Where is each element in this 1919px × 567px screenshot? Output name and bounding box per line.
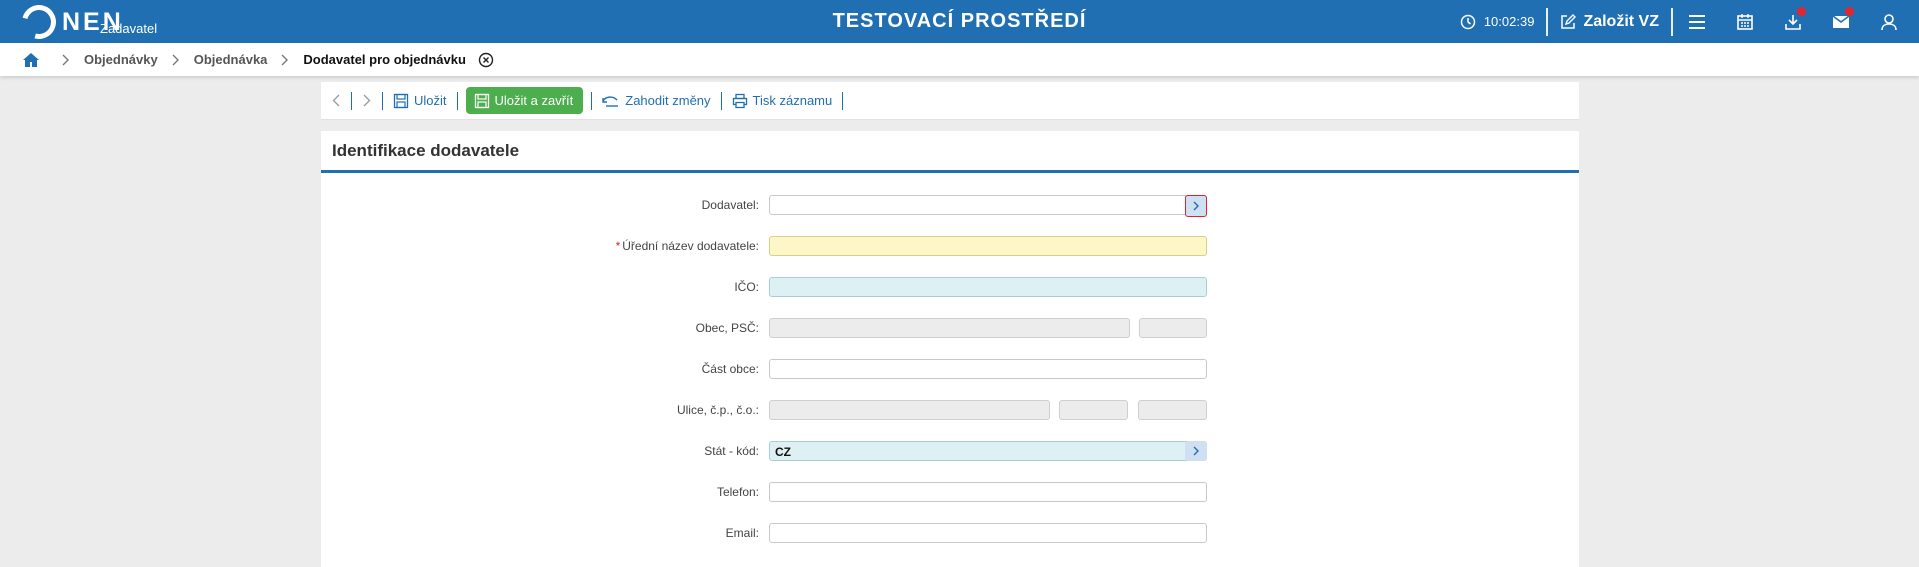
toolbar-divider: [591, 91, 593, 110]
calendar-icon: [1737, 13, 1753, 30]
undo-icon: [602, 95, 619, 107]
save-and-close-button[interactable]: Uložit a zavřít: [465, 87, 584, 114]
toolbar-divider: [720, 91, 722, 110]
breadcrumb-current: Dodavatel pro objednávku: [303, 52, 466, 67]
user-button[interactable]: [1865, 0, 1913, 43]
field-row-stat: Stát - kód: CZ: [321, 441, 1579, 463]
home-button[interactable]: [22, 52, 40, 68]
stat-input[interactable]: CZ: [769, 441, 1207, 461]
field-row-dodavatel: Dodavatel:: [321, 195, 1579, 217]
telefon-label: Telefon:: [716, 485, 759, 499]
notification-dot: [1797, 7, 1806, 16]
toolbar-divider: [456, 91, 458, 110]
chevron-left-icon: [332, 94, 340, 107]
user-icon: [1881, 13, 1897, 30]
print-record-label: Tisk záznamu: [752, 93, 833, 108]
cislo-orientacni-input[interactable]: [1138, 400, 1207, 420]
dodavatel-label: Dodavatel:: [701, 198, 759, 212]
menu-button[interactable]: [1673, 0, 1721, 43]
save-button[interactable]: Uložit: [389, 88, 451, 114]
save-icon: [393, 93, 409, 108]
chevron-right-icon: [1193, 201, 1199, 211]
breadcrumb-objednavky[interactable]: Objednávky: [84, 52, 158, 67]
create-vz-label: Založit VZ: [1583, 12, 1659, 30]
field-row-ulice: Ulice, č.p., č.o.:: [321, 400, 1579, 422]
field-row-obec: Obec, PSČ:: [321, 318, 1579, 340]
toolbar-divider: [382, 91, 383, 110]
home-icon: [23, 52, 39, 67]
action-toolbar: Uložit Uložit a zavřít Zahodit změny Tis…: [321, 82, 1579, 120]
nazev-label-text: Úřední název dodavatele:: [622, 239, 759, 253]
field-row-email: Email:: [321, 523, 1579, 545]
session-clock: 10:02:39: [1460, 14, 1535, 30]
messages-button[interactable]: [1817, 0, 1865, 43]
dodavatel-picker-button[interactable]: [1185, 195, 1207, 217]
create-vz-button[interactable]: Založit VZ: [1548, 13, 1671, 31]
field-row-telefon: Telefon:: [321, 482, 1579, 504]
chevron-right-icon: [1193, 446, 1199, 456]
cast-obce-input[interactable]: [769, 359, 1207, 379]
downloads-button[interactable]: [1769, 0, 1817, 43]
supplier-identification-panel: Identifikace dodavatele Dodavatel: * Úřed…: [321, 131, 1579, 567]
breadcrumb: Objednávky Objednávka Dodavatel pro obje…: [0, 43, 1919, 76]
ico-input[interactable]: [769, 277, 1207, 297]
logo-subtitle: Zadavatel: [100, 21, 158, 36]
chevron-right-icon: [363, 94, 371, 107]
stat-label: Stát - kód:: [704, 444, 759, 458]
chevron-right-icon: [172, 54, 180, 66]
discard-changes-button[interactable]: Zahodit změny: [598, 88, 714, 114]
nazev-input[interactable]: [769, 236, 1207, 256]
printer-icon: [732, 93, 747, 108]
save-and-close-label: Uložit a zavřít: [494, 93, 574, 108]
clock-time: 10:02:39: [1483, 14, 1535, 29]
next-record-button[interactable]: [358, 94, 376, 107]
save-label: Uložit: [414, 93, 447, 108]
print-record-button[interactable]: Tisk záznamu: [728, 88, 837, 114]
ulice-label: Ulice, č.p., č.o.:: [676, 403, 759, 417]
chevron-right-icon: [281, 54, 289, 66]
logo-ring-icon: [15, 0, 63, 46]
toolbar-divider: [842, 91, 844, 110]
close-tab-button[interactable]: [478, 52, 494, 68]
panel-title: Identifikace dodavatele: [321, 131, 1579, 173]
psc-input[interactable]: [1139, 318, 1207, 338]
ulice-input[interactable]: [769, 400, 1050, 420]
discard-changes-label: Zahodit změny: [625, 93, 711, 108]
field-row-ico: IČO:: [321, 277, 1579, 299]
obec-input[interactable]: [769, 318, 1130, 338]
breadcrumb-objednavka[interactable]: Objednávka: [194, 52, 268, 67]
email-input[interactable]: [769, 523, 1207, 543]
nazev-label: * Úřední název dodavatele:: [616, 239, 759, 253]
header-actions: 10:02:39 Založit VZ: [1460, 0, 1919, 43]
field-row-nazev: * Úřední název dodavatele:: [321, 236, 1579, 258]
chevron-right-icon: [62, 54, 70, 66]
telefon-input[interactable]: [769, 482, 1207, 502]
toolbar-divider: [351, 91, 352, 110]
menu-icon: [1689, 14, 1705, 29]
email-label: Email:: [725, 526, 759, 540]
mail-icon: [1832, 14, 1850, 28]
cislo-popisne-input[interactable]: [1059, 400, 1128, 420]
save-icon: [474, 93, 489, 108]
top-header: NEN Zadavatel TESTOVACÍ PROSTŘEDÍ 10:02:…: [0, 0, 1919, 46]
field-row-cast-obce: Část obce:: [321, 359, 1579, 381]
dodavatel-input[interactable]: [769, 195, 1207, 215]
close-circle-icon: [478, 52, 494, 67]
notification-dot: [1845, 7, 1854, 16]
stat-picker-button[interactable]: [1185, 441, 1207, 461]
clock-icon: [1460, 14, 1476, 29]
obec-label: Obec, PSČ:: [695, 321, 759, 335]
edit-icon: [1561, 13, 1577, 29]
required-mark: *: [615, 239, 621, 253]
header-separator: [1546, 7, 1549, 36]
cast-obce-label: Část obce:: [701, 362, 759, 376]
ico-label: IČO:: [734, 280, 759, 294]
previous-record-button[interactable]: [327, 94, 345, 107]
calendar-button[interactable]: [1721, 0, 1769, 43]
